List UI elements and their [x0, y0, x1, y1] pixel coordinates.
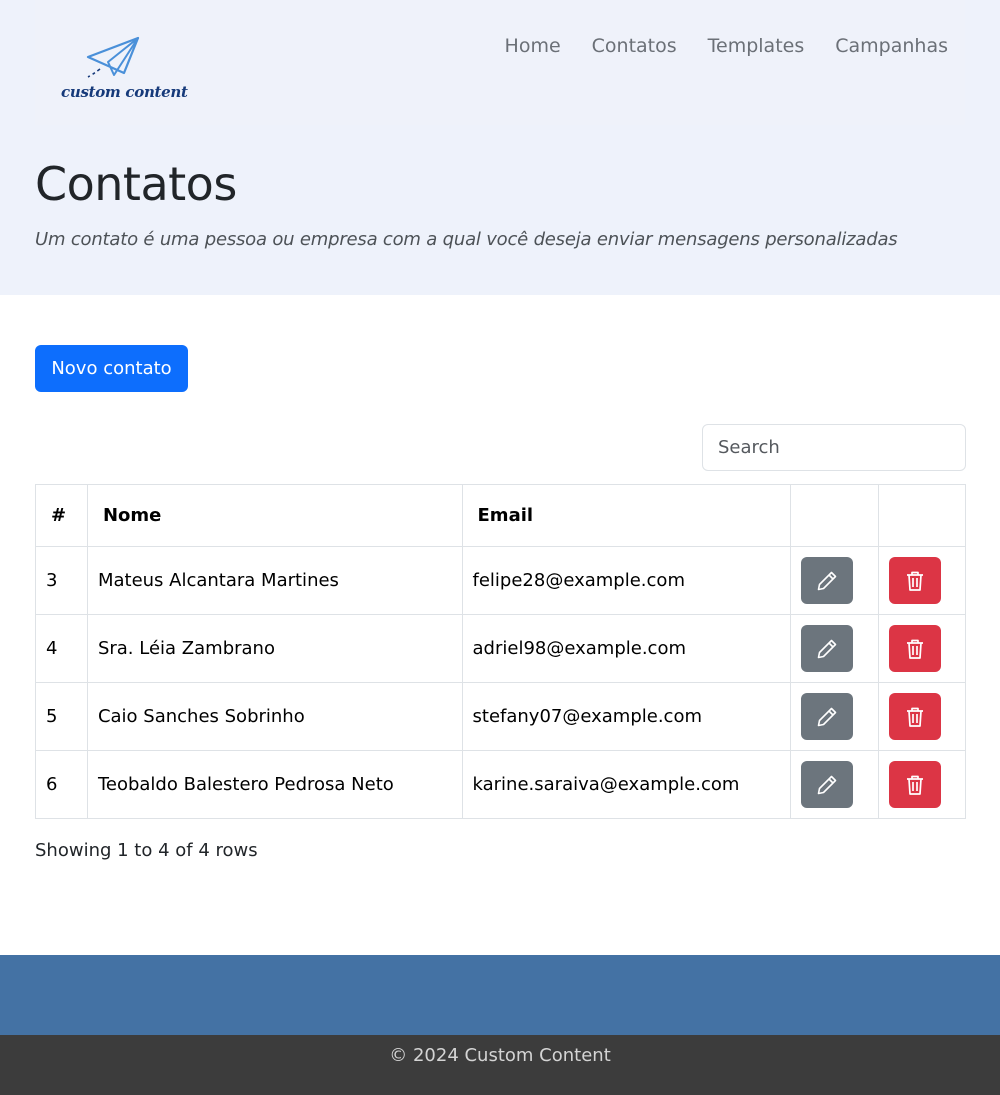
cell-name: Caio Sanches Sobrinho [86, 682, 463, 751]
cell-name: Mateus Alcantara Martines [86, 546, 463, 615]
delete-button[interactable] [889, 693, 942, 740]
trash-icon [907, 571, 924, 591]
column-header-email[interactable]: Email [461, 484, 792, 547]
table-row: 6 Teobaldo Balestero Pedrosa Neto karine… [35, 750, 966, 819]
cell-id: 4 [35, 614, 88, 683]
search-input[interactable] [702, 424, 966, 471]
trash-icon [907, 775, 924, 795]
cell-id: 3 [35, 546, 88, 615]
edit-button[interactable] [801, 557, 854, 604]
trash-icon [907, 639, 924, 659]
footer-copyright: © 2024 Custom Content [389, 1045, 611, 1066]
logo-text: custom content [61, 83, 188, 101]
cell-email: felipe28@example.com [461, 546, 792, 615]
delete-button[interactable] [889, 557, 942, 604]
nav-link-campanhas[interactable]: Campanhas [835, 35, 948, 57]
footer-band [0, 955, 1000, 1035]
cell-name: Sra. Léia Zambrano [86, 614, 463, 683]
cell-email: stefany07@example.com [461, 682, 792, 751]
column-header-name[interactable]: Nome [86, 484, 463, 547]
trash-icon [907, 707, 924, 727]
footer: © 2024 Custom Content [0, 1035, 1000, 1095]
contacts-table: # Nome Email 3 Mateus Alcantara Martines… [35, 484, 966, 819]
pencil-icon [817, 775, 837, 794]
column-header-id[interactable]: # [35, 484, 88, 547]
cell-id: 5 [35, 682, 88, 751]
edit-button[interactable] [801, 761, 854, 808]
logo[interactable]: custom content [60, 35, 188, 105]
pagination-info: Showing 1 to 4 of 4 rows [35, 840, 258, 861]
cell-email: adriel98@example.com [461, 614, 792, 683]
table-row: 3 Mateus Alcantara Martines felipe28@exa… [35, 546, 966, 615]
new-contact-button[interactable]: Novo contato [35, 345, 188, 392]
table-header-row: # Nome Email [35, 484, 966, 547]
page-title: Contatos [35, 157, 237, 211]
cell-delete [878, 614, 966, 683]
column-header-edit [790, 484, 880, 547]
pencil-icon [817, 639, 837, 658]
cell-delete [878, 750, 966, 819]
cell-id: 6 [35, 750, 88, 819]
column-header-delete [878, 484, 966, 547]
table-row: 5 Caio Sanches Sobrinho stefany07@exampl… [35, 682, 966, 751]
nav-link-home[interactable]: Home [505, 35, 561, 57]
paper-plane-icon [86, 36, 140, 78]
cell-edit [790, 546, 880, 615]
cell-edit [790, 750, 880, 819]
nav-link-templates[interactable]: Templates [708, 35, 805, 57]
pencil-icon [817, 707, 837, 726]
cell-edit [790, 682, 880, 751]
cell-delete [878, 546, 966, 615]
nav-link-contatos[interactable]: Contatos [592, 35, 677, 57]
pencil-icon [817, 571, 837, 590]
edit-button[interactable] [801, 693, 854, 740]
cell-edit [790, 614, 880, 683]
table-row: 4 Sra. Léia Zambrano adriel98@example.co… [35, 614, 966, 683]
page-subtitle: Um contato é uma pessoa ou empresa com a… [35, 229, 898, 250]
delete-button[interactable] [889, 761, 942, 808]
navbar: custom content Home Contatos Templates C… [35, 0, 965, 125]
cell-name: Teobaldo Balestero Pedrosa Neto [86, 750, 463, 819]
cell-delete [878, 682, 966, 751]
page-header-section: custom content Home Contatos Templates C… [0, 0, 1000, 295]
edit-button[interactable] [801, 625, 854, 672]
delete-button[interactable] [889, 625, 942, 672]
cell-email: karine.saraiva@example.com [461, 750, 792, 819]
main-nav: Home Contatos Templates Campanhas [505, 35, 948, 57]
